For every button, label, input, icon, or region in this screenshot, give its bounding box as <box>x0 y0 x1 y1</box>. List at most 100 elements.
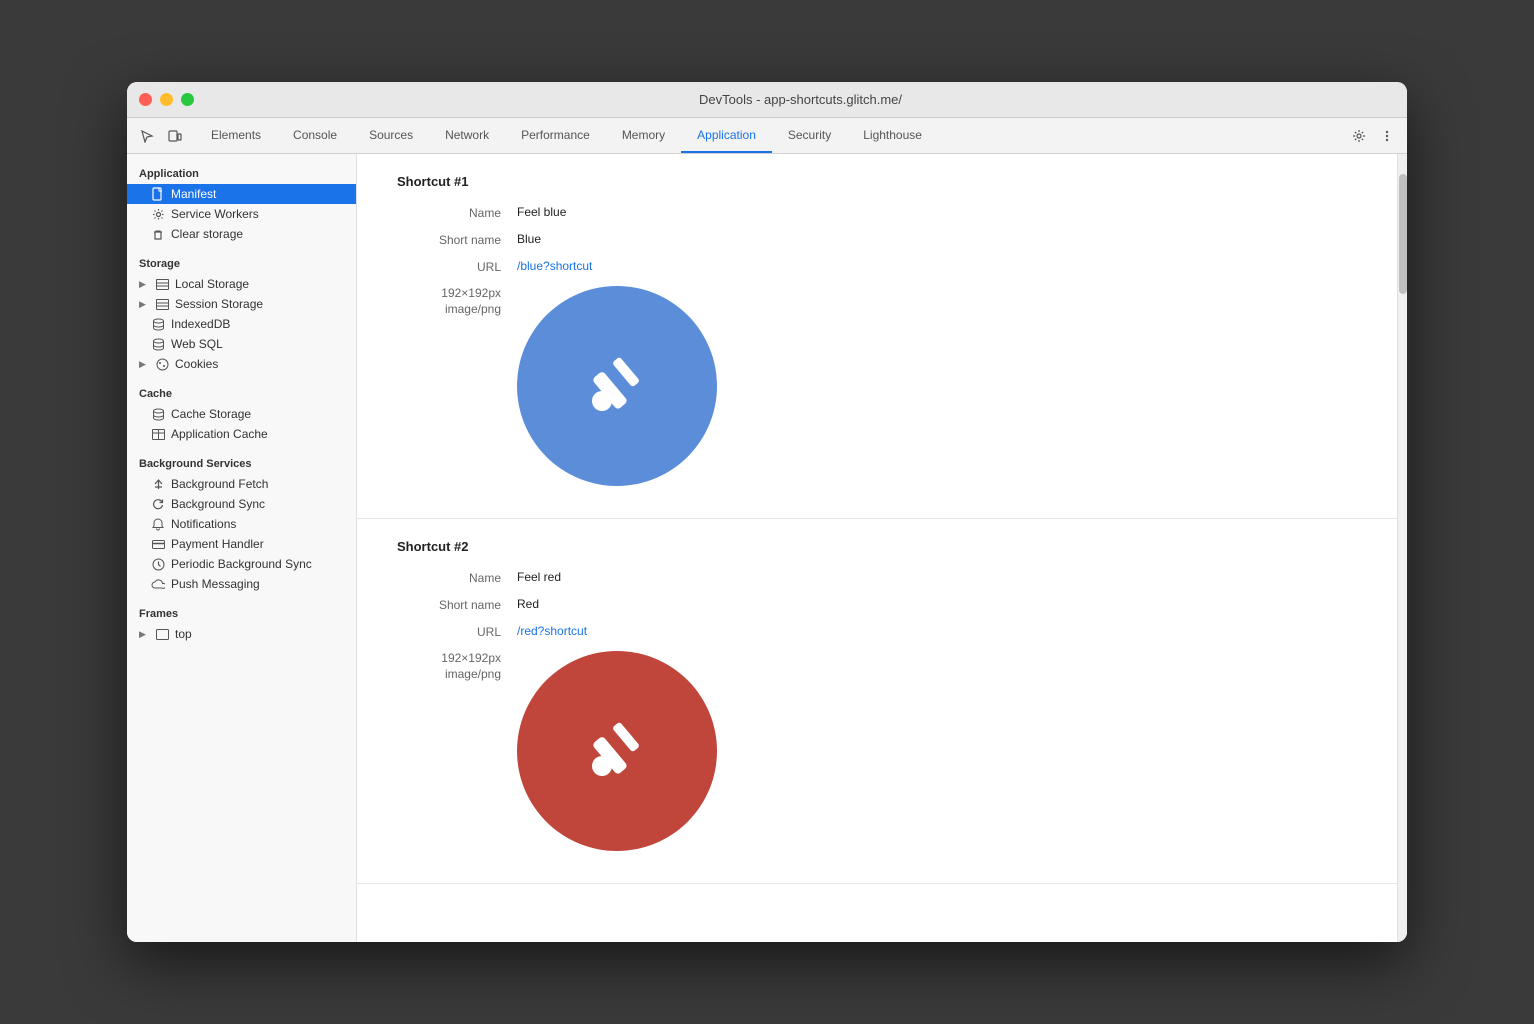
session-storage-icon <box>155 297 169 311</box>
shortcut-2-name-row: Name Feel red <box>397 570 1357 585</box>
url-label: URL <box>397 259 517 274</box>
background-fetch-label: Background Fetch <box>171 477 268 491</box>
shortcut-1-section: Shortcut #1 Name Feel blue Short name Bl… <box>357 154 1397 519</box>
shortcut-1-image <box>517 286 717 486</box>
cloud-icon <box>151 577 165 591</box>
payment-handler-label: Payment Handler <box>171 537 264 551</box>
sidebar: Application Manifest <box>127 154 357 942</box>
shortcut-2-section: Shortcut #2 Name Feel red Short name Red… <box>357 519 1397 884</box>
cache-storage-label: Cache Storage <box>171 407 251 421</box>
shortcut-1-name-value: Feel blue <box>517 205 566 219</box>
bell-icon <box>151 517 165 531</box>
frame-icon <box>155 627 169 641</box>
shortcut-2-name-value: Feel red <box>517 570 561 584</box>
tab-lighthouse[interactable]: Lighthouse <box>847 118 938 153</box>
shortcut-2-shortname-value: Red <box>517 597 539 611</box>
sidebar-item-local-storage[interactable]: ▶ Local Storage <box>127 274 356 294</box>
shortcut-2-url-link[interactable]: /red?shortcut <box>517 624 587 638</box>
background-fetch-icon <box>151 477 165 491</box>
notifications-label: Notifications <box>171 517 236 531</box>
shortcut-2-image-type: image/png <box>397 667 501 681</box>
device-icon[interactable] <box>163 124 187 148</box>
tab-elements[interactable]: Elements <box>195 118 277 153</box>
content-area: Shortcut #1 Name Feel blue Short name Bl… <box>357 154 1397 942</box>
session-storage-label: Session Storage <box>175 297 263 311</box>
sidebar-item-service-workers[interactable]: Service Workers <box>127 204 356 224</box>
sidebar-item-push-messaging[interactable]: Push Messaging <box>127 574 356 594</box>
tab-console[interactable]: Console <box>277 118 353 153</box>
close-button[interactable] <box>139 93 152 106</box>
sidebar-item-web-sql[interactable]: Web SQL <box>127 334 356 354</box>
shortcut-1-shortname-row: Short name Blue <box>397 232 1357 247</box>
tabs-bar: Elements Console Sources Network Perform… <box>127 118 1407 154</box>
sidebar-item-indexeddb[interactable]: IndexedDB <box>127 314 356 334</box>
shortcut-1-image-row: 192×192px image/png <box>397 286 1357 486</box>
periodic-bg-sync-label: Periodic Background Sync <box>171 557 312 571</box>
web-sql-icon <box>151 337 165 351</box>
sidebar-item-clear-storage[interactable]: Clear storage <box>127 224 356 244</box>
cursor-icon[interactable] <box>135 124 159 148</box>
shortcut-1-url-row: URL /blue?shortcut <box>397 259 1357 274</box>
shortcut-1-name-row: Name Feel blue <box>397 205 1357 220</box>
push-messaging-label: Push Messaging <box>171 577 260 591</box>
shortcut-2-image-size: 192×192px <box>397 651 501 665</box>
shortcut-2-shortname-row: Short name Red <box>397 597 1357 612</box>
sidebar-section-frames: Frames <box>127 602 356 624</box>
top-label: top <box>175 627 192 641</box>
sidebar-item-manifest[interactable]: Manifest <box>127 184 356 204</box>
scrollbar-thumb[interactable] <box>1399 174 1407 294</box>
sidebar-item-application-cache[interactable]: Application Cache <box>127 424 356 444</box>
tab-performance[interactable]: Performance <box>505 118 606 153</box>
shortcut-2-image-row: 192×192px image/png <box>397 651 1357 851</box>
sidebar-item-background-fetch[interactable]: Background Fetch <box>127 474 356 494</box>
manifest-label: Manifest <box>171 187 216 201</box>
sidebar-item-payment-handler[interactable]: Payment Handler <box>127 534 356 554</box>
tab-sources[interactable]: Sources <box>353 118 429 153</box>
web-sql-label: Web SQL <box>171 337 223 351</box>
indexeddb-label: IndexedDB <box>171 317 230 331</box>
more-icon[interactable] <box>1375 124 1399 148</box>
sidebar-section-cache: Cache <box>127 382 356 404</box>
cache-storage-icon <box>151 407 165 421</box>
shortcut-1-image-labels: 192×192px image/png <box>397 286 517 316</box>
short-name-label-2: Short name <box>397 597 517 612</box>
application-cache-icon <box>151 427 165 441</box>
shortcut-1-shortname-value: Blue <box>517 232 541 246</box>
sidebar-item-cache-storage[interactable]: Cache Storage <box>127 404 356 424</box>
tab-application[interactable]: Application <box>681 118 772 153</box>
sidebar-item-session-storage[interactable]: ▶ Session Storage <box>127 294 356 314</box>
tabs-list: Elements Console Sources Network Perform… <box>195 118 938 153</box>
url-label-2: URL <box>397 624 517 639</box>
sidebar-section-storage: Storage <box>127 252 356 274</box>
settings-icon[interactable] <box>1347 124 1371 148</box>
shortcut-1-title: Shortcut #1 <box>397 174 1357 189</box>
devtools-container: Elements Console Sources Network Perform… <box>127 118 1407 942</box>
expand-arrow-icon: ▶ <box>139 629 149 640</box>
minimize-button[interactable] <box>160 93 173 106</box>
scrollbar-track[interactable] <box>1397 154 1407 942</box>
sidebar-section-application: Application <box>127 162 356 184</box>
tab-security[interactable]: Security <box>772 118 847 153</box>
indexeddb-icon <box>151 317 165 331</box>
tab-network[interactable]: Network <box>429 118 505 153</box>
name-label-2: Name <box>397 570 517 585</box>
shortcut-2-image-labels: 192×192px image/png <box>397 651 517 681</box>
sidebar-item-periodic-bg-sync[interactable]: Periodic Background Sync <box>127 554 356 574</box>
shortcut-1-image-type: image/png <box>397 302 501 316</box>
sidebar-item-cookies[interactable]: ▶ Cookies <box>127 354 356 374</box>
local-storage-label: Local Storage <box>175 277 249 291</box>
sidebar-item-top[interactable]: ▶ top <box>127 624 356 644</box>
tab-memory[interactable]: Memory <box>606 118 681 153</box>
shortcut-2-image <box>517 651 717 851</box>
main-area: Application Manifest <box>127 154 1407 942</box>
sidebar-item-background-sync[interactable]: Background Sync <box>127 494 356 514</box>
shortcut-2-url-row: URL /red?shortcut <box>397 624 1357 639</box>
sidebar-section-bg-services: Background Services <box>127 452 356 474</box>
sidebar-item-notifications[interactable]: Notifications <box>127 514 356 534</box>
titlebar: DevTools - app-shortcuts.glitch.me/ <box>127 82 1407 118</box>
cookies-label: Cookies <box>175 357 218 371</box>
shortcut-1-url-link[interactable]: /blue?shortcut <box>517 259 592 273</box>
background-sync-label: Background Sync <box>171 497 265 511</box>
expand-arrow-icon: ▶ <box>139 359 149 370</box>
maximize-button[interactable] <box>181 93 194 106</box>
